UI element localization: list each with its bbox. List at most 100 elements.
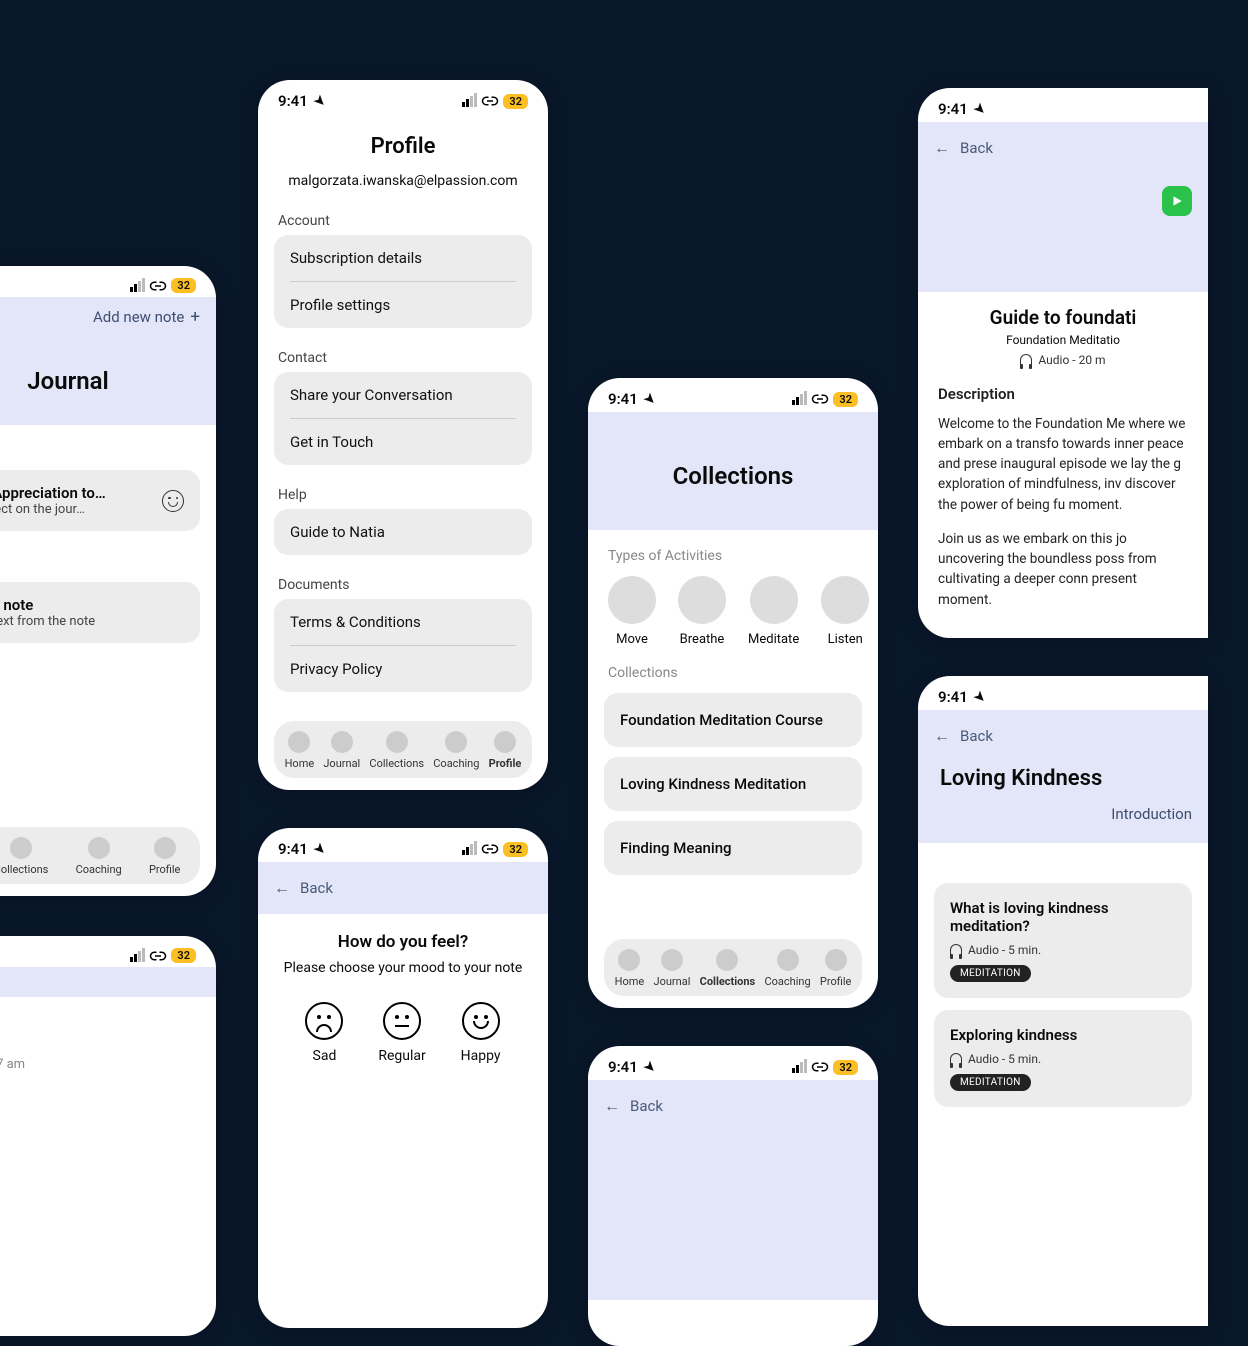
tab-collections[interactable]: Collections: [700, 949, 756, 988]
note-preview: oday, I reflect on the jour…: [0, 502, 154, 517]
signal-icon: [462, 843, 477, 855]
row-subscription[interactable]: Subscription details: [290, 235, 516, 281]
lesson-badge: MEDITATION: [950, 965, 1031, 982]
lk-intro-link[interactable]: Introduction: [934, 805, 1192, 823]
status-time: 9:41: [608, 390, 638, 408]
back-label: Back: [300, 879, 333, 897]
mood-regular[interactable]: Regular: [378, 1002, 425, 1064]
section-documents: Documents: [258, 577, 548, 593]
status-bar: 9:41 ➤ 32: [258, 80, 548, 114]
tab-coaching[interactable]: Coaching: [433, 731, 479, 770]
status-time: 9:41: [938, 100, 968, 118]
status-time: 9:41: [608, 1058, 638, 1076]
description-p1: Welcome to the Foundation Me where we em…: [938, 414, 1188, 515]
mood-sad[interactable]: Sad: [305, 1002, 343, 1064]
arrow-left-icon: ←: [274, 878, 290, 898]
battery-badge: 32: [503, 94, 528, 109]
location-icon: ➤: [970, 688, 988, 706]
collection-item[interactable]: Finding Meaning: [604, 821, 862, 875]
row-share-conversation[interactable]: Share your Conversation: [290, 372, 516, 418]
play-icon: [1170, 194, 1184, 208]
battery-badge: 32: [833, 392, 858, 407]
happy-face-icon: [462, 1002, 500, 1040]
note-title: ove and Appreciation to…: [0, 484, 154, 502]
activity-move[interactable]: Move: [608, 576, 656, 647]
activity-meditate[interactable]: Meditate: [748, 576, 799, 647]
headphone-icon: [950, 1053, 962, 1065]
link-icon: [811, 1061, 829, 1073]
back-button[interactable]: ← Back: [274, 872, 532, 904]
battery-badge: 32: [171, 948, 196, 963]
row-profile-settings[interactable]: Profile settings: [290, 281, 516, 328]
page-title: Journal: [0, 367, 200, 395]
profile-email: malgorzata.iwanska@elpassion.com: [258, 173, 548, 189]
status-bar: 32: [0, 936, 216, 967]
status-bar: 9:41 ➤ 32: [588, 378, 878, 412]
lesson-card[interactable]: What is loving kindness meditation? Audi…: [934, 883, 1192, 998]
mood-subtitle: Please choose your mood to your note: [274, 960, 532, 976]
tab-journal[interactable]: Journal: [323, 731, 360, 770]
tab-journal[interactable]: Journal: [654, 949, 691, 988]
headphone-icon: [950, 944, 962, 956]
link-icon: [481, 843, 499, 855]
signal-icon: [792, 393, 807, 405]
activity-listen[interactable]: Listen: [821, 576, 869, 647]
back-label: Back: [630, 1097, 663, 1115]
guide-subtitle: Foundation Meditatio: [918, 333, 1208, 347]
tab-coaching[interactable]: Coaching: [764, 949, 810, 988]
tab-profile[interactable]: Profile: [149, 837, 180, 876]
mood-question: How do you feel?: [274, 932, 532, 952]
note-card[interactable]: ove and Appreciation to… oday, I reflect…: [0, 470, 200, 531]
arrow-left-icon: ←: [604, 1096, 620, 1116]
activity-icon: [821, 576, 869, 624]
tab-bar: Home Journal Collections Coaching Profil…: [274, 721, 532, 778]
headphone-icon: [1020, 354, 1032, 366]
activity-breathe[interactable]: Breathe: [678, 576, 726, 647]
date-group: er 2023: [0, 690, 216, 725]
add-note-button[interactable]: Add new note +: [0, 307, 200, 327]
tab-profile[interactable]: Profile: [820, 949, 851, 988]
link-icon: [811, 393, 829, 405]
status-time: 9:41: [278, 92, 308, 110]
row-guide[interactable]: Guide to Natia: [290, 509, 516, 555]
tab-bar: Journal Collections Coaching Profile: [0, 827, 200, 884]
row-terms[interactable]: Terms & Conditions: [290, 599, 516, 645]
back-button[interactable]: ← Back: [934, 132, 1192, 164]
battery-badge: 32: [171, 278, 196, 293]
note-title: itle of the note: [0, 596, 184, 614]
status-bar: 9:41 ➤ 32: [258, 828, 548, 862]
add-note-label: Add new note: [93, 308, 184, 326]
signal-icon: [462, 95, 477, 107]
date-group: y 2024: [0, 425, 216, 470]
status-time: 9:41: [938, 688, 968, 706]
tab-home[interactable]: Home: [615, 949, 645, 988]
back-button[interactable]: ← Back: [604, 1090, 862, 1122]
mood-happy[interactable]: Happy: [461, 1002, 501, 1064]
section-help: Help: [258, 487, 548, 503]
battery-badge: 32: [833, 1060, 858, 1075]
tab-bar: Home Journal Collections Coaching Profil…: [604, 939, 862, 996]
types-label: Types of Activities: [588, 548, 878, 564]
row-privacy[interactable]: Privacy Policy: [290, 645, 516, 692]
lesson-card[interactable]: Exploring kindness Audio - 5 min. MEDITA…: [934, 1010, 1192, 1107]
row-get-in-touch[interactable]: Get in Touch: [290, 418, 516, 465]
activity-icon: [608, 576, 656, 624]
collection-item[interactable]: Loving Kindness Meditation: [604, 757, 862, 811]
activity-icon: [750, 576, 798, 624]
tab-collections[interactable]: Collections: [369, 731, 424, 770]
arrow-left-icon: ←: [934, 138, 950, 158]
note-card[interactable]: itle of the note art of the text from th…: [0, 582, 200, 643]
lesson-title: What is loving kindness meditation?: [950, 899, 1176, 935]
location-icon: ➤: [310, 92, 328, 110]
lesson-badge: MEDITATION: [950, 1074, 1031, 1091]
tab-profile[interactable]: Profile: [489, 731, 522, 770]
tab-home[interactable]: Home: [285, 731, 315, 770]
description-heading: Description: [938, 383, 1188, 406]
back-button[interactable]: ← Back: [934, 720, 1192, 752]
date-group: er 2023: [0, 659, 216, 690]
tab-coaching[interactable]: Coaching: [76, 837, 122, 876]
collection-item[interactable]: Foundation Meditation Course: [604, 693, 862, 747]
location-icon: ➤: [310, 840, 328, 858]
play-button[interactable]: [1162, 186, 1192, 216]
tab-collections[interactable]: Collections: [0, 837, 48, 876]
